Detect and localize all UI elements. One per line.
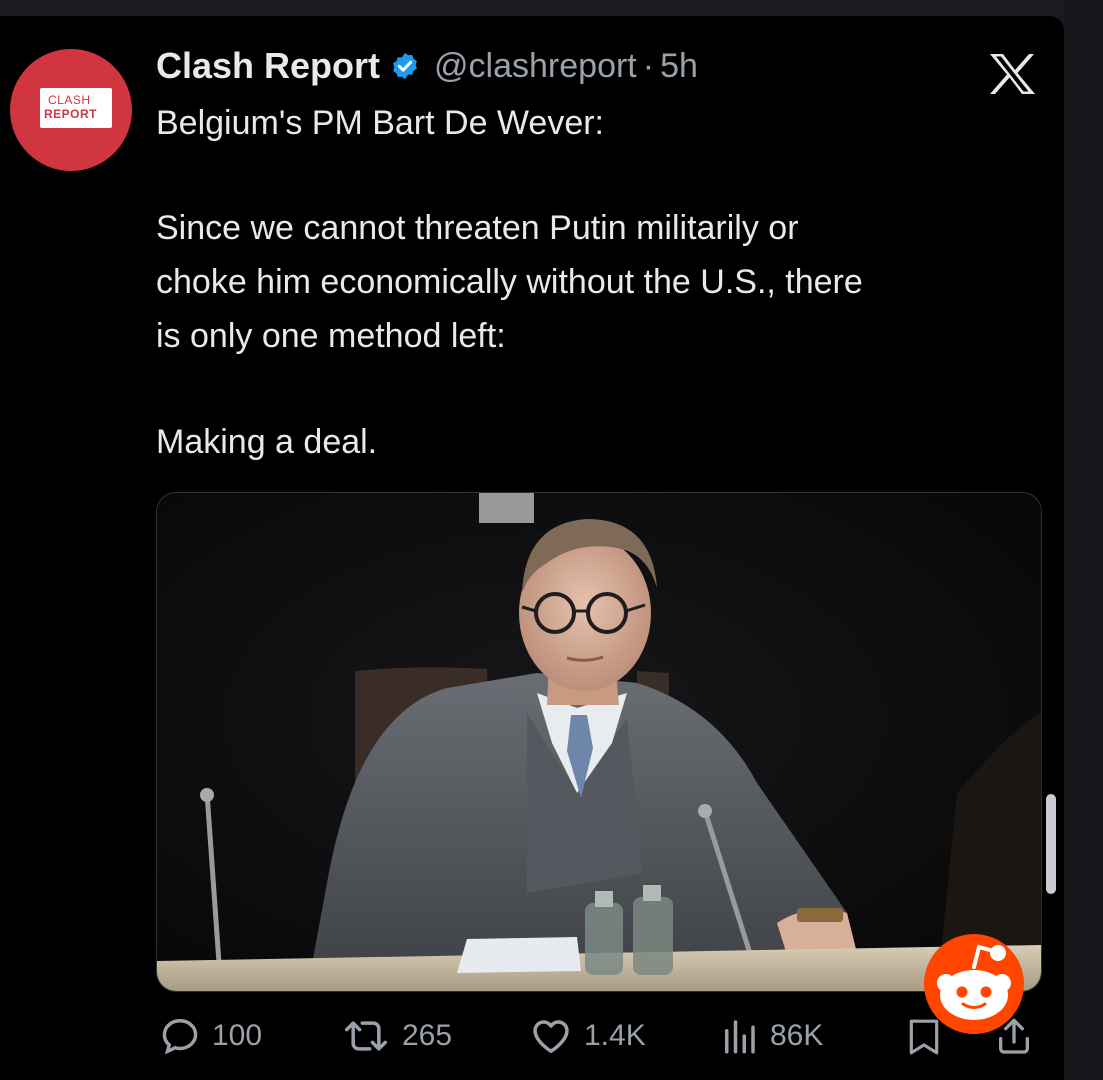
like-button[interactable]: 1.4K (528, 1014, 646, 1058)
repost-count: 265 (402, 1019, 453, 1052)
avatar-text-top: CLASH (48, 93, 91, 107)
post-text-line-3: choke him economically without the U.S.,… (156, 263, 863, 301)
like-count: 1.4K (584, 1019, 646, 1052)
post-text-line-1: Belgium's PM Bart De Wever: (156, 104, 604, 142)
like-icon (533, 1020, 569, 1053)
repost-button[interactable]: 265 (340, 1014, 452, 1058)
repost-icon (345, 1021, 387, 1051)
post-header: Clash Report @clashreport · 5h (156, 44, 698, 88)
post-timestamp[interactable]: 5h (660, 47, 698, 86)
views-button[interactable]: 86K (718, 1014, 823, 1058)
x-logo-icon[interactable] (988, 52, 1036, 96)
reply-count: 100 (212, 1019, 263, 1052)
post-text-line-5: Making a deal. (156, 423, 378, 461)
author-avatar[interactable]: CLASH REPORT (10, 49, 132, 171)
photo-man-in-suit (157, 493, 1041, 991)
author-handle[interactable]: @clashreport (434, 47, 637, 86)
avatar-logo: CLASH REPORT (40, 88, 112, 128)
views-count: 86K (770, 1019, 824, 1052)
views-icon (725, 1020, 755, 1054)
reply-button[interactable]: 100 (158, 1014, 262, 1058)
reddit-icon (924, 934, 1024, 1034)
page-edge (1064, 0, 1103, 1080)
post-text-line-2: Since we cannot threaten Putin militaril… (156, 209, 799, 247)
author-name[interactable]: Clash Report (156, 45, 380, 87)
verified-icon (393, 52, 417, 80)
avatar-text-bottom: REPORT (44, 107, 98, 121)
reply-icon (162, 1019, 198, 1055)
post-text-line-4: is only one method left: (156, 317, 506, 355)
separator-dot: · (642, 46, 655, 85)
scrollbar-thumb[interactable] (1046, 794, 1056, 894)
post-image[interactable] (156, 492, 1042, 992)
